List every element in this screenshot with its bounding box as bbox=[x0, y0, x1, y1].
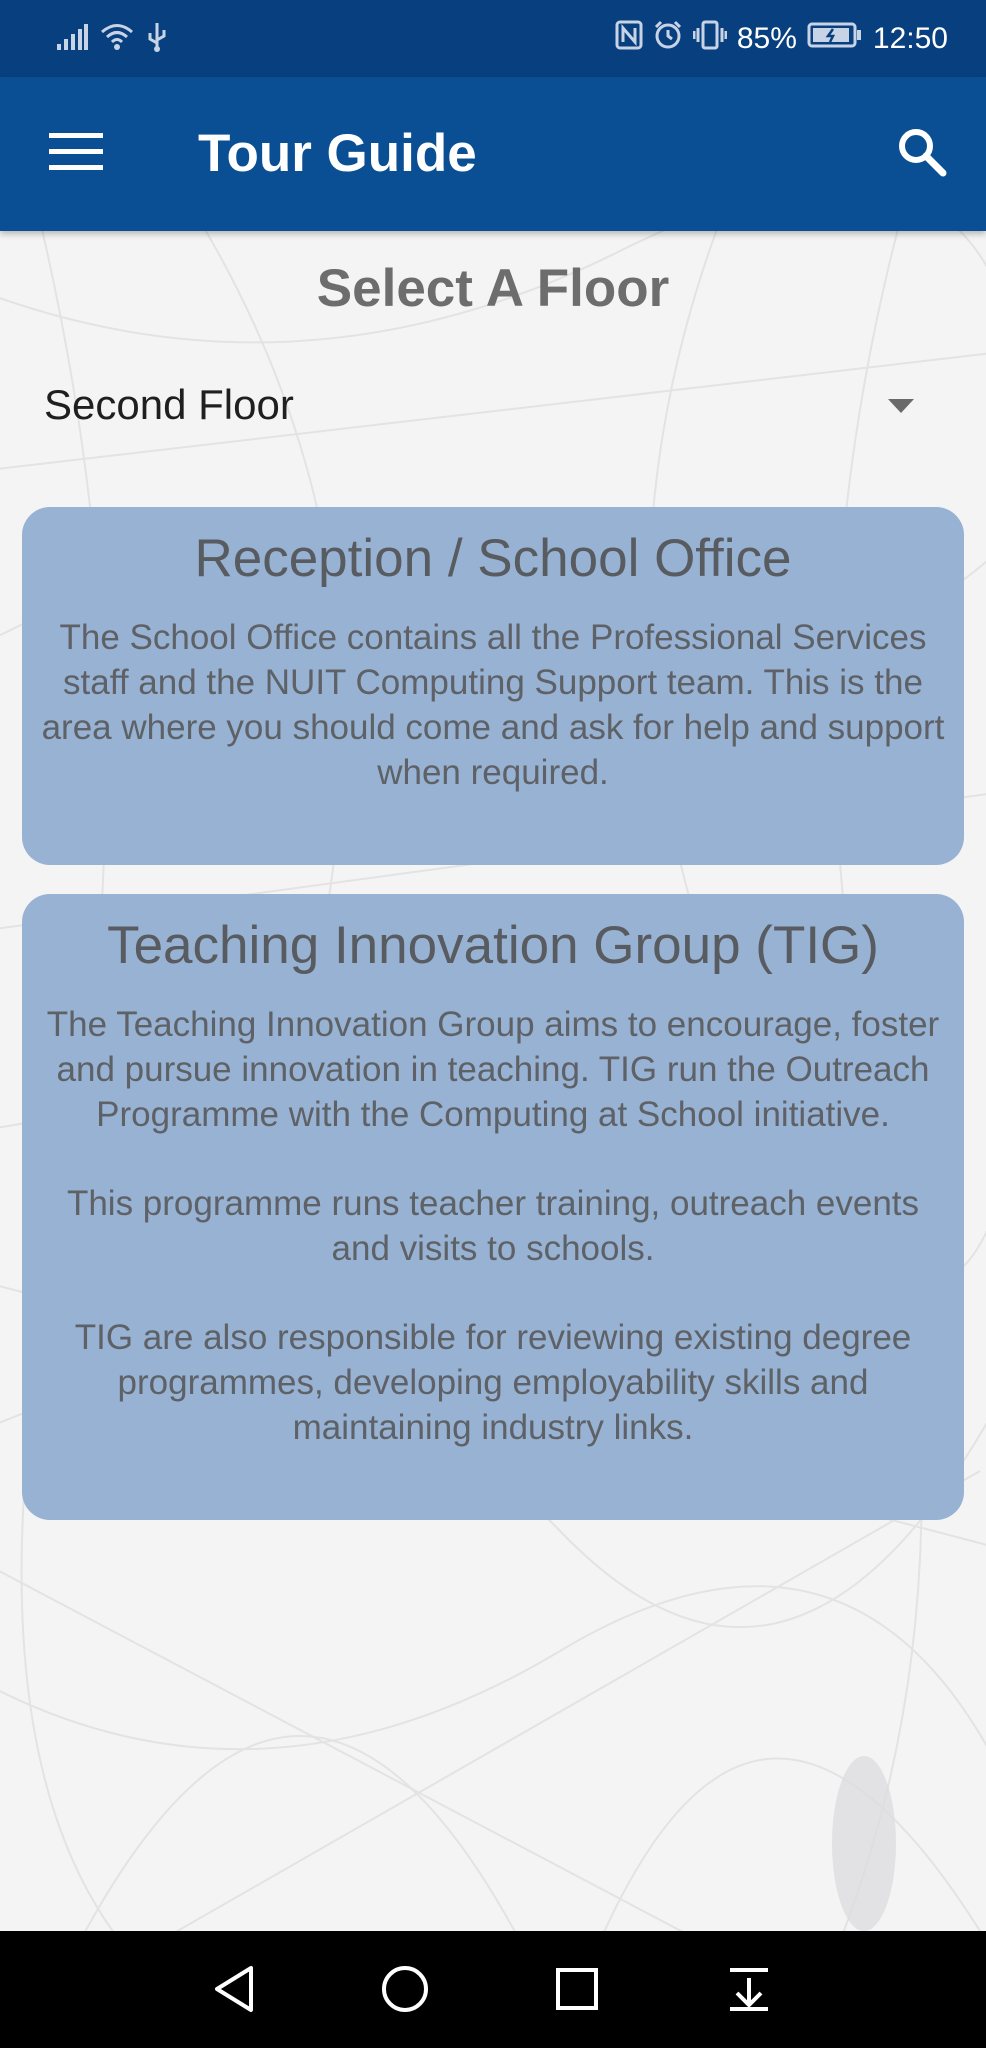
recent-apps-icon bbox=[554, 1966, 600, 2017]
back-button[interactable] bbox=[202, 1959, 266, 2023]
floor-selector-heading: Select A Floor bbox=[316, 259, 670, 318]
wifi-icon bbox=[100, 22, 134, 57]
search-button[interactable] bbox=[886, 118, 958, 190]
vibrate-icon bbox=[692, 20, 728, 58]
home-icon bbox=[380, 1964, 430, 2019]
recent-apps-button[interactable] bbox=[545, 1959, 609, 2023]
room-card-description: The Teaching Innovation Group aims to en… bbox=[46, 1005, 940, 1134]
room-card-description: The School Office contains all the Profe… bbox=[41, 618, 945, 792]
system-nav-bar bbox=[0, 1931, 986, 2048]
main-content: Select A Floor Second Floor Reception / … bbox=[0, 231, 986, 1931]
app-title: Tour Guide bbox=[198, 124, 477, 183]
hamburger-menu-icon bbox=[49, 132, 103, 176]
search-icon bbox=[896, 126, 948, 183]
room-card-description: This programme runs teacher training, ou… bbox=[66, 1184, 920, 1268]
back-icon bbox=[209, 1964, 259, 2019]
floor-dropdown[interactable]: Second Floor bbox=[30, 363, 956, 447]
clock: 12:50 bbox=[872, 22, 948, 55]
floor-dropdown-value: Second Floor bbox=[44, 381, 294, 428]
room-card-title: Reception / School Office bbox=[194, 529, 792, 588]
nfc-icon bbox=[615, 20, 643, 58]
home-button[interactable] bbox=[373, 1959, 437, 2023]
alarm-icon bbox=[653, 20, 683, 58]
room-card-description: TIG are also responsible for reviewing e… bbox=[74, 1318, 912, 1447]
status-bar: 85% 12:50 bbox=[0, 0, 986, 77]
menu-button[interactable] bbox=[36, 122, 116, 186]
room-card-reception[interactable]: Reception / School Office The School Off… bbox=[22, 507, 964, 865]
notification-shade-icon bbox=[726, 1966, 772, 2017]
notification-shade-button[interactable] bbox=[717, 1959, 781, 2023]
dropdown-arrow-icon bbox=[886, 391, 916, 421]
battery-percentage: 85% bbox=[736, 22, 797, 55]
status-right-icons: 85% 12:50 bbox=[615, 20, 948, 58]
app-bar: Tour Guide bbox=[0, 77, 986, 231]
battery-icon bbox=[807, 22, 863, 56]
screen: 85% 12:50 Tour Guide Select A Floor Seco… bbox=[0, 0, 986, 2048]
usb-icon bbox=[146, 21, 168, 58]
background-blob bbox=[832, 1756, 896, 1931]
signal-icon bbox=[56, 23, 88, 55]
room-card-tig[interactable]: Teaching Innovation Group (TIG) The Teac… bbox=[22, 894, 964, 1520]
room-card-title: Teaching Innovation Group (TIG) bbox=[107, 916, 879, 975]
status-left-icons bbox=[56, 20, 168, 58]
